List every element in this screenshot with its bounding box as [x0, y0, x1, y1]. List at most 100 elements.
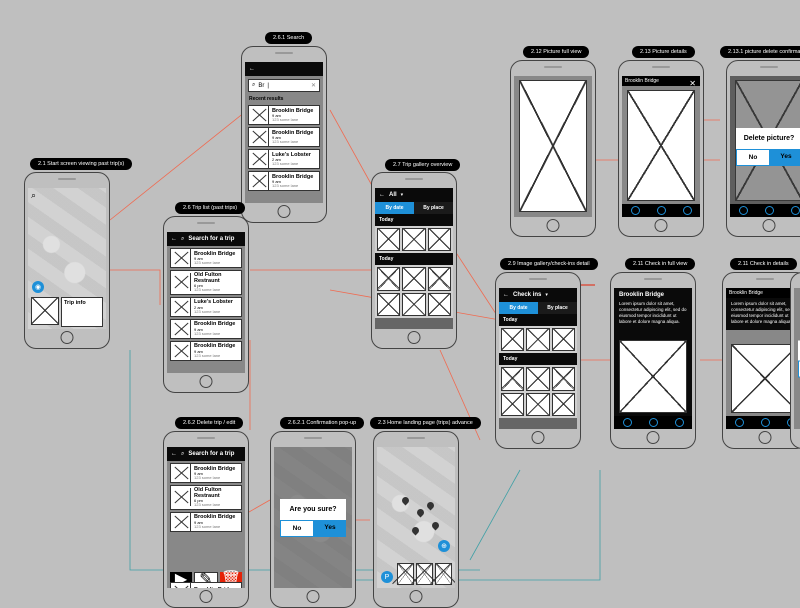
- search-value: Br: [258, 83, 264, 89]
- frame-delete: ←⌕Search for a trip Brooklin Bridge9 am1…: [163, 431, 249, 608]
- back-icon[interactable]: ←: [249, 66, 255, 72]
- info-icon[interactable]: [791, 206, 800, 215]
- no-button[interactable]: No: [736, 149, 770, 166]
- back-icon[interactable]: ←: [379, 192, 385, 198]
- photo-thumb[interactable]: [402, 267, 425, 290]
- trip-item[interactable]: Brooklin Bridge9 am123 some lane: [170, 512, 242, 532]
- photo-thumb[interactable]: [526, 328, 549, 351]
- trip-item[interactable]: Brooklin Bridge9 am123 some lane: [170, 463, 242, 483]
- search-icon[interactable]: ⌕: [181, 451, 184, 458]
- share-icon[interactable]: [765, 206, 774, 215]
- pill-imgdetail: 2.9 Image gallery/check-ins detail: [500, 258, 598, 270]
- tab-byplace[interactable]: By place: [414, 202, 453, 214]
- fab-add[interactable]: ⊕: [438, 540, 450, 552]
- photo-thumb[interactable]: [552, 328, 575, 351]
- yes-button[interactable]: Yes: [770, 149, 800, 166]
- frame-triplist: ← ⌕ Search for a trip Brooklin Bridge9 am1…: [163, 216, 249, 393]
- bottom-trip-card[interactable]: Trip info: [31, 297, 103, 327]
- fab-user[interactable]: P: [381, 571, 393, 583]
- fab-locate[interactable]: ◉: [32, 281, 44, 293]
- action-icon[interactable]: [631, 206, 640, 215]
- info-icon[interactable]: [675, 418, 684, 427]
- result-item[interactable]: Brooklin Bridge9 am123 some lane: [248, 171, 320, 191]
- photo-thumb[interactable]: [526, 367, 549, 390]
- frame-picfull: [510, 60, 596, 237]
- info-icon[interactable]: [683, 206, 692, 215]
- trip-item[interactable]: Brooklin Bridge9 am: [170, 582, 242, 588]
- photo-thumb[interactable]: [377, 267, 400, 290]
- yes-button[interactable]: Yes: [314, 520, 346, 537]
- chevron-down-icon[interactable]: ▾: [545, 292, 548, 298]
- search-icon: ⌕: [252, 82, 255, 89]
- pic-title: Brooklin Bridge: [625, 78, 659, 84]
- trip-item[interactable]: Brooklin Bridge9 am123 some lane: [170, 341, 242, 361]
- chevron-down-icon[interactable]: ▾: [401, 192, 404, 198]
- back-icon[interactable]: ←: [503, 292, 509, 298]
- title-all[interactable]: All: [389, 192, 397, 198]
- photo-thumb[interactable]: [428, 228, 451, 251]
- detail-title: Brooklin Bridge: [729, 290, 763, 296]
- pill-picdelete: 2.13.1 picture delete confirmation pop-u…: [720, 46, 800, 58]
- close-icon[interactable]: ✕: [689, 79, 696, 88]
- pill-delete: 2.6.2 Delete trip / edit: [175, 417, 243, 429]
- trip-info-label: Trip info: [64, 300, 100, 306]
- result-item[interactable]: Brooklin Bridge9 am123 some lane: [248, 105, 320, 125]
- photo-thumb[interactable]: [501, 393, 524, 416]
- photo-thumb[interactable]: [402, 293, 425, 316]
- title-checkins: Check ins: [513, 292, 541, 298]
- tab-byplace[interactable]: By place: [538, 302, 577, 314]
- photo-thumb[interactable]: [428, 293, 451, 316]
- checkin-title: Brooklin Bridge: [614, 288, 692, 298]
- share-icon[interactable]: [657, 206, 666, 215]
- search-input[interactable]: ⌕ Br| ✕: [248, 79, 320, 92]
- pill-landing: 2.3 Home landing page (trips) advance: [370, 417, 481, 429]
- back-icon[interactable]: ←: [171, 236, 177, 242]
- result-item[interactable]: Brooklin Bridge9 am123 some lane: [248, 127, 320, 147]
- pill-triplist: 2.6 Trip list (past trips): [175, 202, 245, 214]
- photo-thumb[interactable]: [501, 328, 524, 351]
- recent-label: Recent results: [245, 95, 323, 103]
- trip-item[interactable]: Old Fulton Restraunt6 pm123 some lane: [170, 270, 242, 295]
- trip-item[interactable]: Brooklin Bridge9 am123 some lane: [170, 248, 242, 268]
- tab-bydate[interactable]: By date: [375, 202, 414, 214]
- frame-search: ← ⌕ Br| ✕ Recent results Brooklin Bridge…: [241, 46, 327, 223]
- checkin-image[interactable]: [619, 340, 687, 413]
- tab-bydate[interactable]: By date: [499, 302, 538, 314]
- photo-thumb[interactable]: [428, 267, 451, 290]
- search-placeholder: Search for a trip: [188, 236, 234, 242]
- action-icon[interactable]: [739, 206, 748, 215]
- pill-picfull: 2.12 Picture full view: [523, 46, 589, 58]
- section-today: Today: [375, 214, 453, 226]
- photo-thumb[interactable]: [552, 367, 575, 390]
- trip-item[interactable]: Brooklin Bridge9 am123 some lane: [170, 319, 242, 339]
- clear-icon[interactable]: ✕: [311, 82, 316, 89]
- photo-thumb[interactable]: [377, 293, 400, 316]
- result-item[interactable]: Luke's Lobster2 am123 some lane: [248, 149, 320, 169]
- share-icon[interactable]: [649, 418, 658, 427]
- action-icon[interactable]: [735, 418, 744, 427]
- confirm-dialog: Are you sure? No Yes: [280, 499, 346, 537]
- photo-thumb[interactable]: [552, 393, 575, 416]
- search-icon[interactable]: ⌕: [31, 190, 36, 201]
- photo-thumb[interactable]: [435, 563, 452, 585]
- back-icon[interactable]: ←: [171, 451, 177, 457]
- frame-confirm: Are you sure? No Yes: [270, 431, 356, 608]
- action-icon[interactable]: [623, 418, 632, 427]
- full-image[interactable]: [519, 80, 587, 212]
- section-today: Today: [375, 253, 453, 265]
- search-icon[interactable]: ⌕: [181, 236, 184, 243]
- frame-picdetails: Brooklin Bridge ✕: [618, 60, 704, 237]
- photo-thumb[interactable]: [526, 393, 549, 416]
- detail-body: Lorem ipsum dolor sit amet, consectetur …: [726, 298, 800, 327]
- pill-confirm: 2.6.2.1 Confirmation pop-up: [280, 417, 364, 429]
- photo-thumb[interactable]: [402, 228, 425, 251]
- no-button[interactable]: No: [280, 520, 314, 537]
- photo-thumb[interactable]: [377, 228, 400, 251]
- photo-thumb[interactable]: [501, 367, 524, 390]
- share-icon[interactable]: [761, 418, 770, 427]
- dialog-title: Are you sure?: [280, 499, 346, 520]
- trip-item[interactable]: Old Fulton Restraunt6 pm123 some lane: [170, 485, 242, 510]
- trip-item[interactable]: Luke's Lobster2 am123 some lane: [170, 297, 242, 317]
- frame-landing: ←All▾≡ ⊕ P: [373, 431, 459, 608]
- frame-gallery: ← All ▾ By date By place Today Today: [371, 172, 457, 349]
